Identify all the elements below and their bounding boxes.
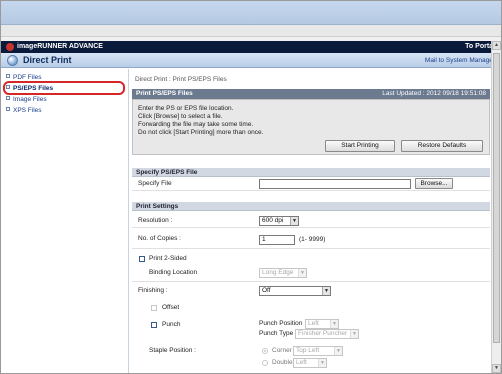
finishing-value: Off [262, 287, 271, 294]
corner-label: Corner [272, 347, 292, 354]
corner-radio[interactable] [262, 348, 268, 354]
app-header: imageRUNNER ADVANCE To Portal [1, 41, 501, 53]
chevron-down-icon: ▼ [350, 330, 358, 338]
print-settings-section-header: Print Settings [132, 202, 490, 211]
instruction-line: Click [Browse] to select a file. [138, 113, 223, 120]
specify-file-section-header: Specify PS/EPS File [132, 168, 490, 177]
browse-button[interactable]: Browse... [415, 178, 453, 189]
sidebar-item-label: Image Files [13, 96, 47, 103]
page-title: Direct Print [23, 55, 72, 65]
instruction-line: Do not click [Start Printing] more than … [138, 129, 264, 136]
panel-title: Print PS/EPS Files [136, 90, 193, 97]
scroll-down-icon[interactable]: ▼ [492, 364, 501, 373]
sidebar-item-image-files[interactable]: Image Files [6, 95, 124, 105]
double-select[interactable]: Left ▼ [293, 358, 327, 368]
direct-print-icon [7, 55, 18, 66]
copies-input[interactable]: 1 [259, 235, 295, 245]
punch-type-value: Finisher Puncher [298, 330, 348, 337]
bullet-icon [6, 96, 10, 101]
specify-file-label: Specify File [138, 180, 172, 187]
sidebar-item-label: XPS Files [13, 107, 42, 114]
canon-logo-icon [6, 43, 14, 51]
mail-to-system-manager-link[interactable]: Mail to System Manager [425, 57, 495, 65]
corner-select[interactable]: Top Left ▼ [293, 346, 343, 356]
instruction-line: Enter the PS or EPS file location. [138, 105, 234, 112]
print-2-sided-checkbox[interactable] [139, 256, 145, 262]
browser-window: ▼ imageRUNNER ADVANCE To Portal Direct P… [0, 0, 502, 374]
instruction-box: Enter the PS or EPS file location. Click… [132, 99, 490, 155]
scroll-up-icon[interactable]: ▲ [492, 41, 501, 50]
punch-position-value: Left [308, 320, 319, 327]
scroll-thumb[interactable] [493, 53, 500, 343]
print-2-sided-label: Print 2-Sided [149, 255, 187, 262]
main-content: Direct Print : Print PS/EPS Files Print … [132, 69, 490, 373]
chevron-down-icon: ▼ [330, 320, 338, 328]
binding-location-value: Long Edge [262, 269, 294, 276]
offset-checkbox[interactable] [151, 305, 157, 311]
breadcrumb: Direct Print : Print PS/EPS Files [135, 76, 227, 83]
punch-type-label: Punch Type [259, 330, 294, 337]
browser-title-bar [1, 1, 501, 25]
resolution-select[interactable]: 600 dpi ▼ [259, 216, 299, 226]
punch-checkbox[interactable] [151, 322, 157, 328]
divider [132, 281, 490, 282]
punch-position-select[interactable]: Left ▼ [305, 319, 339, 329]
sidebar-item-xps-files[interactable]: XPS Files [6, 106, 124, 116]
instruction-line: Forwarding the file may take some time. [138, 121, 254, 128]
selection-highlight [3, 81, 125, 95]
chevron-down-icon: ▼ [318, 359, 326, 367]
chevron-down-icon: ▼ [322, 287, 330, 295]
chevron-down-icon: ▼ [290, 217, 298, 225]
specify-file-input[interactable] [259, 179, 411, 189]
punch-position-label: Punch Position [259, 320, 303, 327]
double-label: Double [272, 359, 293, 366]
corner-value: Top Left [296, 347, 320, 354]
start-printing-button[interactable]: Start Printing [325, 140, 395, 152]
restore-defaults-button[interactable]: Restore Defaults [401, 140, 483, 152]
panel-header: Print PS/EPS Files Last Updated : 2012 0… [132, 89, 490, 99]
product-name: imageRUNNER ADVANCE [17, 43, 103, 50]
resolution-label: Resolution : [138, 217, 173, 224]
vertical-scrollbar[interactable]: ▲ ▼ [491, 41, 501, 373]
finishing-select[interactable]: Off ▼ [259, 286, 331, 296]
staple-position-label: Staple Position : [149, 347, 196, 354]
bullet-icon [6, 74, 10, 79]
page-title-bar: Direct Print Mail to System Manager [1, 53, 501, 68]
browser-toolbar [1, 25, 501, 37]
copies-row: No. of Copies : 1 (1- 9999) [132, 229, 490, 249]
finishing-label: Finishing : [138, 287, 168, 294]
punch-label: Punch [162, 321, 181, 328]
bullet-icon [6, 107, 10, 112]
offset-label: Offset [162, 304, 180, 311]
binding-location-label: Binding Location [149, 269, 198, 276]
punch-type-select[interactable]: Finisher Puncher ▼ [295, 329, 359, 339]
resolution-row: Resolution : 600 dpi ▼ [132, 212, 490, 228]
double-radio[interactable] [262, 360, 268, 366]
binding-location-select[interactable]: Long Edge ▼ [259, 268, 307, 278]
last-updated: Last Updated : 2012 09/18 19:51:08 [382, 90, 486, 97]
chevron-down-icon: ▼ [334, 347, 342, 355]
sidebar-item-label: PDF Files [13, 74, 42, 81]
copies-range: (1- 9999) [299, 236, 326, 243]
chevron-down-icon: ▼ [298, 269, 306, 277]
specify-file-row: Specify File Browse... [132, 177, 490, 191]
double-value: Left [296, 359, 307, 366]
resolution-value: 600 dpi [262, 217, 284, 224]
sidebar: PDF Files PS/EPS Files Image Files XPS F… [1, 69, 129, 373]
copies-label: No. of Copies : [138, 235, 181, 242]
